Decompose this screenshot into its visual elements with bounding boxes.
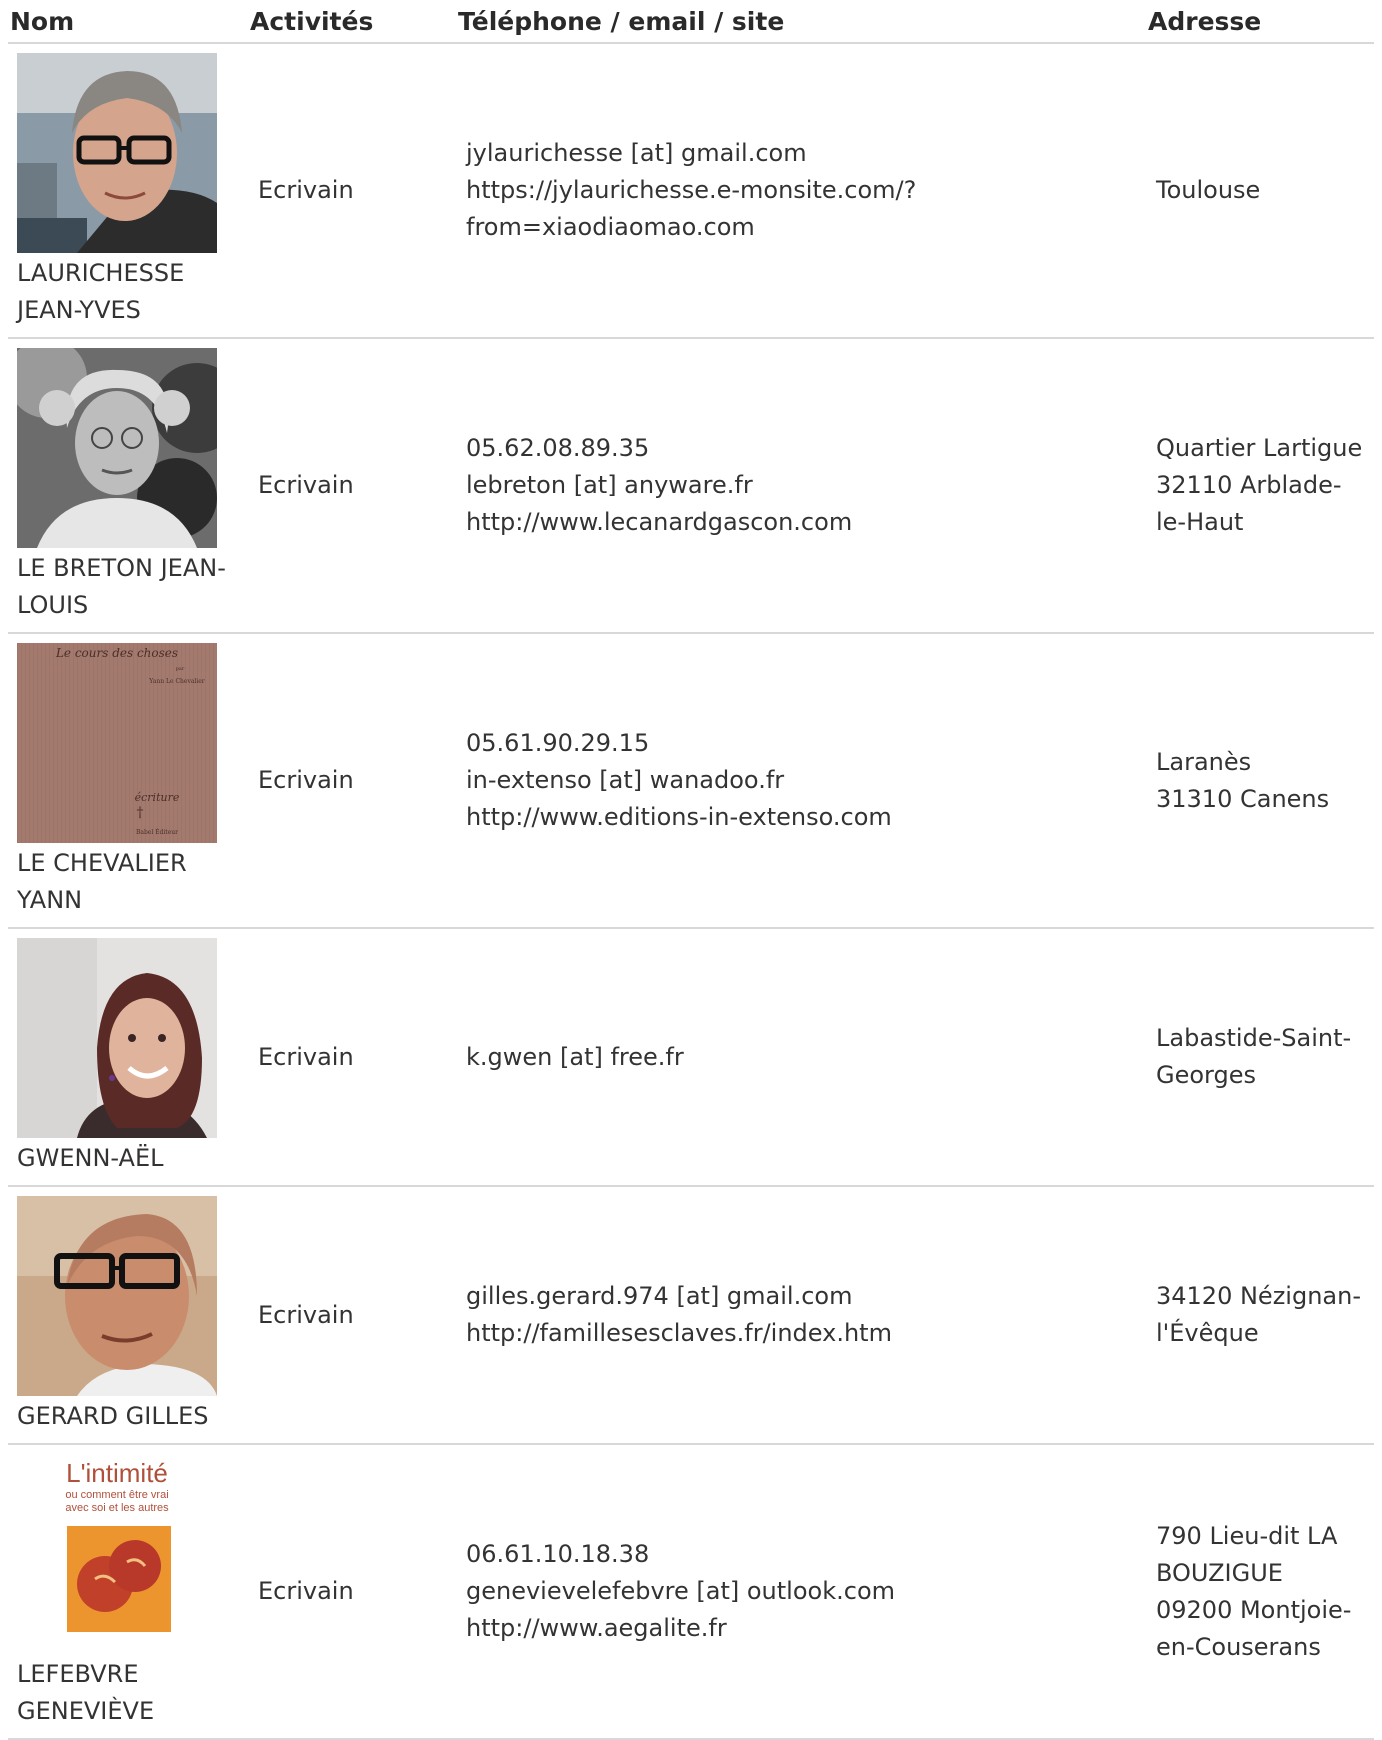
book-title: Le cours des choses — [55, 646, 178, 660]
table-row: GWENN-AËL Ecrivain k.gwen [at] free.fr L… — [8, 928, 1374, 1186]
author-photo[interactable] — [17, 1196, 217, 1396]
address-cell: Quartier Lartigue 32110 Arblade-le-Haut — [1146, 338, 1374, 633]
author-name: GWENN-AËL — [17, 1144, 164, 1172]
address-cell: Laranès 31310 Canens — [1146, 633, 1374, 928]
name-cell: LE BRETON JEAN-LOUIS — [8, 338, 248, 633]
author-name: LAURICHESSE JEAN-YVES — [17, 259, 185, 324]
address-line: 34120 Nézignan-l'Évêque — [1156, 1282, 1361, 1347]
author-name: LE BRETON JEAN-LOUIS — [17, 554, 226, 619]
author-photo[interactable] — [17, 348, 217, 548]
contact-email[interactable]: in-extenso [at] wanadoo.fr — [466, 762, 1136, 799]
book-by: par — [176, 666, 185, 672]
column-header-adresse[interactable]: Adresse — [1146, 0, 1374, 44]
address-line: 32110 Arblade-le-Haut — [1156, 471, 1342, 536]
author-photo[interactable] — [17, 53, 217, 253]
activity-cell: Ecrivain — [258, 1300, 354, 1329]
contact-phone: 05.62.08.89.35 — [466, 434, 650, 462]
address-cell: 34120 Nézignan-l'Évêque — [1146, 1186, 1374, 1444]
contact-email[interactable]: genevievelefebvre [at] outlook.com — [466, 1573, 1136, 1610]
name-cell: GWENN-AËL — [8, 928, 248, 1186]
book-publisher: Babel Éditeur — [136, 828, 178, 836]
directory-page: Nom Activités Téléphone / email / site A… — [0, 0, 1382, 1740]
contact-email[interactable]: k.gwen [at] free.fr — [466, 1039, 1136, 1076]
address-line: 31310 Canens — [1156, 784, 1330, 813]
name-cell: LAURICHESSE JEAN-YVES — [8, 43, 248, 338]
address-line: Toulouse — [1156, 176, 1261, 204]
address-line: 790 Lieu-dit LA BOUZIGUE — [1156, 1521, 1338, 1587]
activity-cell: Ecrivain — [258, 766, 354, 794]
contact-website[interactable]: https://jylaurichesse.e-monsite.com/?fro… — [466, 172, 1136, 246]
contact-cell: jylaurichesse [at] gmail.com https://jyl… — [456, 43, 1146, 338]
contact-cell: k.gwen [at] free.fr — [456, 928, 1146, 1186]
table-row: LE BRETON JEAN-LOUIS Ecrivain 05.62.08.8… — [8, 338, 1374, 633]
author-name: GERARD GILLES — [17, 1402, 209, 1430]
address-line: Laranès — [1156, 747, 1252, 776]
table-header: Nom Activités Téléphone / email / site A… — [8, 0, 1374, 44]
contact-cell: 05.62.08.89.35 lebreton [at] anyware.fr … — [456, 338, 1146, 633]
column-header-contact[interactable]: Téléphone / email / site — [456, 0, 1146, 44]
name-cell: L'intimité ou comment être vrai avec soi… — [8, 1444, 248, 1739]
contact-phone: 06.61.10.18.38 — [466, 1540, 650, 1568]
address-line: 09200 Montjoie-en-Couserans — [1156, 1595, 1352, 1661]
contact-cell: 05.61.90.29.15 in-extenso [at] wanadoo.f… — [456, 633, 1146, 928]
book-title: L'intimité — [66, 1458, 168, 1488]
table-row: GERARD GILLES Ecrivain gilles.gerard.974… — [8, 1186, 1374, 1444]
contact-email[interactable]: gilles.gerard.974 [at] gmail.com — [466, 1278, 1136, 1315]
contact-website[interactable]: http://www.aegalite.fr — [466, 1610, 1136, 1647]
book-subtitle: ou comment être vrai — [65, 1489, 168, 1501]
table-row: Le cours des choses par Yann Le Chevalie… — [8, 633, 1374, 928]
contact-email[interactable]: lebreton [at] anyware.fr — [466, 467, 1136, 504]
table-row: L'intimité ou comment être vrai avec soi… — [8, 1444, 1374, 1739]
author-name: LE CHEVALIER YANN — [17, 849, 187, 914]
book-collection: écriture — [135, 791, 180, 804]
book-cover[interactable]: Le cours des choses par Yann Le Chevalie… — [17, 643, 217, 843]
contact-cell: 06.61.10.18.38 genevievelefebvre [at] ou… — [456, 1444, 1146, 1739]
column-header-nom[interactable]: Nom — [8, 0, 248, 44]
directory-table: Nom Activités Téléphone / email / site A… — [8, 0, 1374, 1740]
book-cover[interactable]: L'intimité ou comment être vrai avec soi… — [17, 1454, 217, 1654]
contact-website[interactable]: http://www.lecanardgascon.com — [466, 504, 1136, 541]
contact-email[interactable]: jylaurichesse [at] gmail.com — [466, 135, 1136, 172]
address-line: Quartier Lartigue — [1156, 434, 1363, 462]
contact-cell: gilles.gerard.974 [at] gmail.com http://… — [456, 1186, 1146, 1444]
address-line: Labastide-Saint-Georges — [1156, 1024, 1352, 1089]
activity-cell: Ecrivain — [258, 1577, 354, 1605]
name-cell: Le cours des choses par Yann Le Chevalie… — [8, 633, 248, 928]
contact-website[interactable]: http://www.editions-in-extenso.com — [466, 799, 1136, 836]
name-cell: GERARD GILLES — [8, 1186, 248, 1444]
svg-text:†: † — [137, 805, 144, 821]
book-author: Yann Le Chevalier — [148, 678, 205, 685]
address-cell: Toulouse — [1146, 43, 1374, 338]
address-cell: Labastide-Saint-Georges — [1146, 928, 1374, 1186]
address-cell: 790 Lieu-dit LA BOUZIGUE 09200 Montjoie-… — [1146, 1444, 1374, 1739]
contact-website[interactable]: http://famillesesclaves.fr/index.htm — [466, 1315, 1136, 1352]
table-row: LAURICHESSE JEAN-YVES Ecrivain jylaurich… — [8, 43, 1374, 338]
activity-cell: Ecrivain — [258, 1042, 354, 1071]
activity-cell: Ecrivain — [258, 176, 354, 204]
column-header-activites[interactable]: Activités — [248, 0, 456, 44]
author-name: LEFEBVRE GENEVIÈVE — [17, 1660, 155, 1725]
author-photo[interactable] — [17, 938, 217, 1138]
contact-phone: 05.61.90.29.15 — [466, 729, 650, 757]
book-subtitle: avec soi et les autres — [65, 1502, 169, 1514]
activity-cell: Ecrivain — [258, 471, 354, 499]
